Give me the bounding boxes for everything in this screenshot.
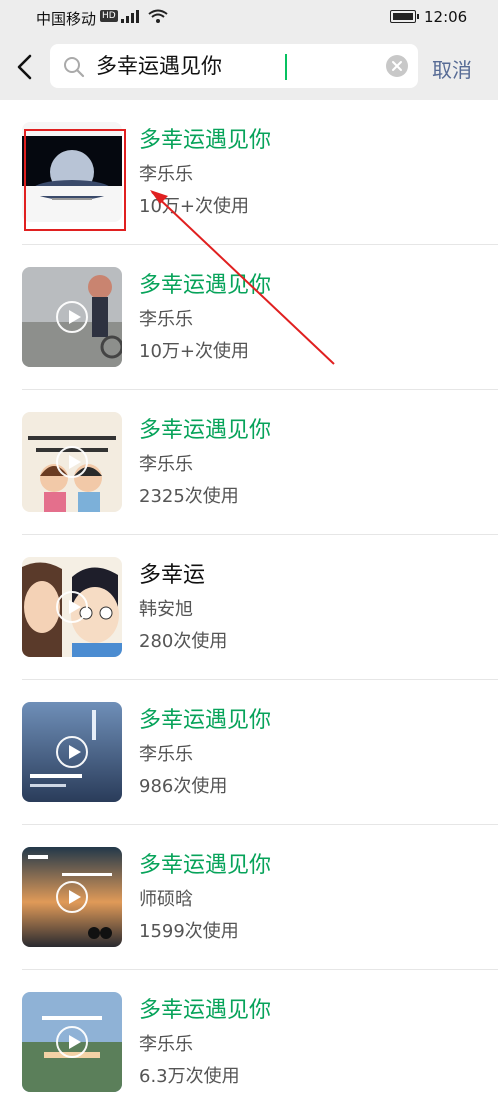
clock: 12:06: [424, 8, 468, 26]
usage-count: 280次使用: [139, 631, 228, 652]
usage-count: 2325次使用: [139, 486, 239, 507]
cover-thumbnail: [22, 992, 122, 1092]
wifi-icon: [148, 9, 168, 23]
artist-name: 李乐乐: [139, 454, 193, 475]
cover-thumbnail: [22, 847, 122, 947]
play-icon[interactable]: [56, 1026, 88, 1058]
cover-thumbnail: [22, 412, 122, 512]
list-item[interactable]: 多幸运遇见你 师硕晗 1599次使用: [0, 825, 498, 970]
usage-count: 1599次使用: [139, 921, 239, 942]
usage-count: 986次使用: [139, 776, 228, 797]
play-icon[interactable]: [56, 591, 88, 623]
list-item[interactable]: 多幸运遇见你 李乐乐 2325次使用: [0, 390, 498, 535]
text-cursor: [285, 54, 287, 80]
song-title: 多幸运遇见你: [139, 418, 272, 443]
song-title: 多幸运遇见你: [139, 128, 272, 153]
artist-name: 李乐乐: [139, 164, 193, 185]
cover-thumbnail: [22, 267, 122, 367]
artist-name: 韩安旭: [139, 599, 193, 620]
cover-thumbnail: [22, 557, 122, 657]
carrier-name: 中国移动: [36, 10, 97, 28]
clear-search-button[interactable]: [386, 55, 408, 77]
play-icon[interactable]: [56, 446, 88, 478]
artist-name: 师硕晗: [139, 889, 193, 910]
artist-name: 李乐乐: [139, 309, 193, 330]
search-input[interactable]: 多幸运遇见你: [96, 52, 376, 80]
song-title: 多幸运遇见你: [139, 998, 272, 1023]
signal-icon: [121, 10, 139, 23]
play-icon[interactable]: [56, 736, 88, 768]
list-item[interactable]: 多幸运遇见你 李乐乐 986次使用: [0, 680, 498, 825]
cover-thumbnail: [22, 702, 122, 802]
list-item[interactable]: 多幸运遇见你 李乐乐 10万+次使用: [0, 245, 498, 390]
song-title: 多幸运遇见你: [139, 853, 272, 878]
song-title: 多幸运: [139, 563, 206, 588]
usage-count: 10万+次使用: [139, 341, 249, 362]
list-item[interactable]: 多幸运遇见你 李乐乐 6.3万次使用: [0, 970, 498, 1115]
usage-count: 10万+次使用: [139, 196, 249, 217]
song-title: 多幸运遇见你: [139, 273, 272, 298]
play-icon[interactable]: [56, 881, 88, 913]
close-icon: [392, 61, 402, 71]
status-bar: 中国移动 HD 12:06: [0, 0, 498, 34]
search-icon: [64, 57, 85, 78]
artist-name: 李乐乐: [139, 744, 193, 765]
results-list: 多幸运遇见你 李乐乐 10万+次使用 多幸运遇见你 李乐乐 10万+次使用 多幸…: [0, 100, 498, 1115]
usage-count: 6.3万次使用: [139, 1066, 240, 1087]
search-header: 多幸运遇见你 取消: [0, 34, 498, 100]
battery-icon: [390, 10, 419, 23]
artist-name: 李乐乐: [139, 1034, 193, 1055]
list-item[interactable]: 多幸运 韩安旭 280次使用: [0, 535, 498, 680]
back-arrow-icon[interactable]: [10, 51, 40, 83]
search-box[interactable]: 多幸运遇见你: [50, 44, 418, 88]
hd-badge: HD: [100, 10, 118, 22]
play-icon[interactable]: [56, 301, 88, 333]
song-title: 多幸运遇见你: [139, 708, 272, 733]
annotation-highlight-box: [24, 129, 126, 231]
cancel-button[interactable]: 取消: [432, 54, 472, 83]
